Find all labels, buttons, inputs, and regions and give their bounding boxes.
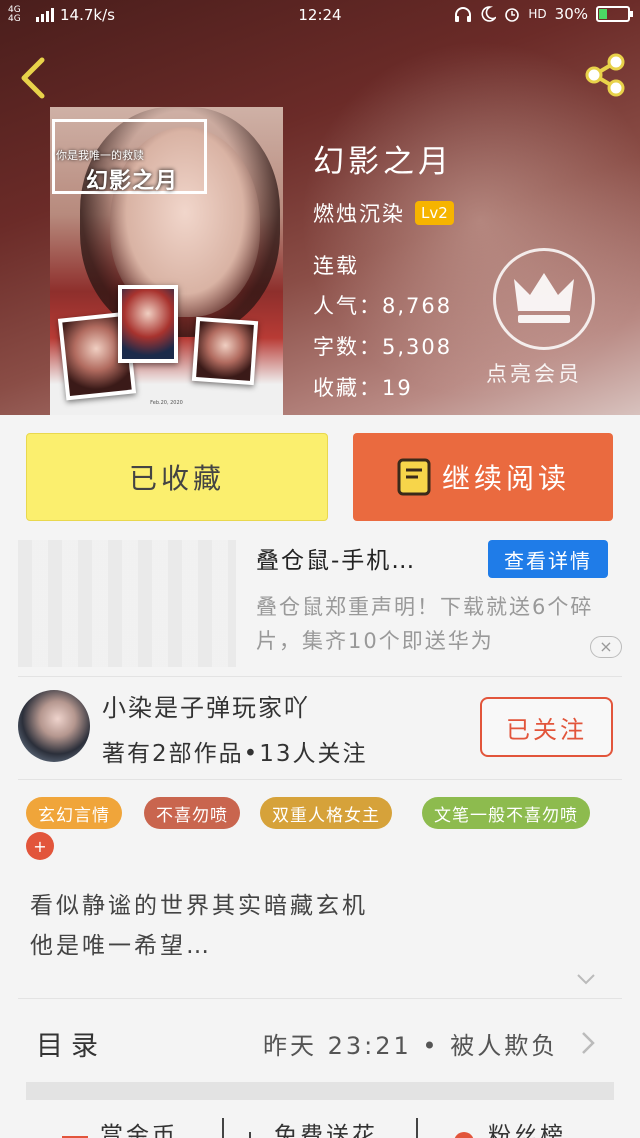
tag-chip[interactable]: 文笔一般不喜勿喷 <box>422 797 590 829</box>
bottom-separator <box>222 1118 224 1138</box>
author-name[interactable]: 燃烛沉染 <box>313 198 405 228</box>
back-button[interactable] <box>14 54 54 102</box>
send-flower-button[interactable]: 免费送花 <box>238 1116 378 1138</box>
book-title: 幻影之月 <box>313 144 453 180</box>
toc-label: 目录 <box>36 1031 106 1062</box>
headphones-icon <box>455 7 472 22</box>
alarm-icon <box>505 8 520 22</box>
fan-ranking-label: 粉丝榜 <box>488 1123 566 1138</box>
divider <box>18 779 622 780</box>
tag-chip[interactable]: 玄幻言情 <box>26 797 122 829</box>
vip-label[interactable]: 点亮会员 <box>486 358 582 388</box>
coin-icon <box>62 1136 88 1138</box>
author-avatar[interactable] <box>18 690 90 762</box>
ad-title[interactable]: 叠仓鼠-手机… <box>256 541 416 575</box>
collected-button[interactable]: 已收藏 <box>26 433 328 521</box>
fan-ranking-button[interactable]: 粉丝榜 <box>450 1116 566 1138</box>
follow-button[interactable]: 已关注 <box>480 697 613 757</box>
flower-icon <box>249 1132 251 1138</box>
cover-photo-3 <box>191 316 259 386</box>
author-level-badge: Lv2 <box>415 201 454 225</box>
moon-icon <box>481 6 497 22</box>
divider <box>18 676 622 677</box>
synopsis-line: 看似静谧的世界其实暗藏玄机 <box>30 893 368 919</box>
reward-coins-label: 赏金币 <box>100 1123 178 1138</box>
divider <box>18 998 622 999</box>
continue-reading-button[interactable]: 继续阅读 <box>353 433 613 521</box>
book-cover[interactable]: 你是我唯一的救赎 幻影之月 Feb.20, 2020 <box>50 107 283 415</box>
hd-indicator: HD <box>528 7 547 21</box>
add-tag-button[interactable]: + <box>26 832 54 860</box>
status-bar: 4G 4G 14.7k/s 12:24 HD 30% <box>0 0 640 32</box>
serial-status: 连载 <box>313 254 359 278</box>
author-row[interactable]: 燃烛沉染 Lv2 <box>313 198 454 228</box>
status-right: HD 30% <box>454 5 633 23</box>
tag-chip[interactable]: 双重人格女主 <box>260 797 392 829</box>
bottom-separator <box>416 1118 418 1138</box>
battery-icon <box>596 6 633 22</box>
tag-chip[interactable]: 不喜勿喷 <box>144 797 240 829</box>
battery-level <box>599 9 607 19</box>
author-profile-meta: 著有2部作品•13人关注 <box>102 741 368 767</box>
continue-reading-label: 继续阅读 <box>441 462 570 495</box>
synopsis: 看似静谧的世界其实暗藏玄机 他是唯一希望… <box>30 886 368 966</box>
favorites-stat: 收藏：19 <box>313 376 413 400</box>
ad-image[interactable] <box>18 540 236 667</box>
chevron-right-icon <box>582 1032 595 1054</box>
cover-tagline: 你是我唯一的救赎 <box>56 149 144 162</box>
word-count-stat: 字数：5,308 <box>313 335 453 359</box>
cover-title: 幻影之月 <box>86 169 179 194</box>
crown-icon <box>514 273 574 323</box>
popularity-stat: 人气：8,768 <box>313 294 453 318</box>
reward-coins-button[interactable]: 赏金币 <box>60 1116 178 1138</box>
ad-detail-button[interactable]: 查看详情 <box>488 540 608 578</box>
chevron-left-icon <box>21 57 45 99</box>
share-button[interactable] <box>580 50 630 100</box>
author-profile-name[interactable]: 小染是子弹玩家吖 <box>102 688 310 723</box>
battery-percent: 30% <box>554 5 588 23</box>
chevron-down-icon[interactable] <box>576 972 596 986</box>
ad-close-button[interactable]: × <box>590 636 622 658</box>
share-icon <box>585 53 625 97</box>
cover-photo-2 <box>118 285 178 363</box>
book-header: 4G 4G 14.7k/s 12:24 HD 30% 你是我唯一的救赎 幻影之月… <box>0 0 640 415</box>
cover-footer: Feb.20, 2020 <box>150 400 183 406</box>
vip-button[interactable] <box>493 248 595 350</box>
send-flower-label: 免费送花 <box>274 1123 378 1138</box>
toc-latest-chapter[interactable]: 昨天 23:21 • 被人欺负 <box>263 1026 558 1061</box>
medal-icon <box>454 1132 474 1138</box>
synopsis-line: 他是唯一希望… <box>30 933 212 959</box>
section-separator <box>26 1082 614 1100</box>
collected-label: 已收藏 <box>128 462 225 495</box>
ad-description[interactable]: 叠仓鼠郑重声明！下载就送6个碎片，集齐10个即送华为 <box>256 590 616 658</box>
ad-detail-label: 查看详情 <box>504 548 592 573</box>
book-icon <box>397 458 431 496</box>
follow-label: 已关注 <box>506 715 587 744</box>
